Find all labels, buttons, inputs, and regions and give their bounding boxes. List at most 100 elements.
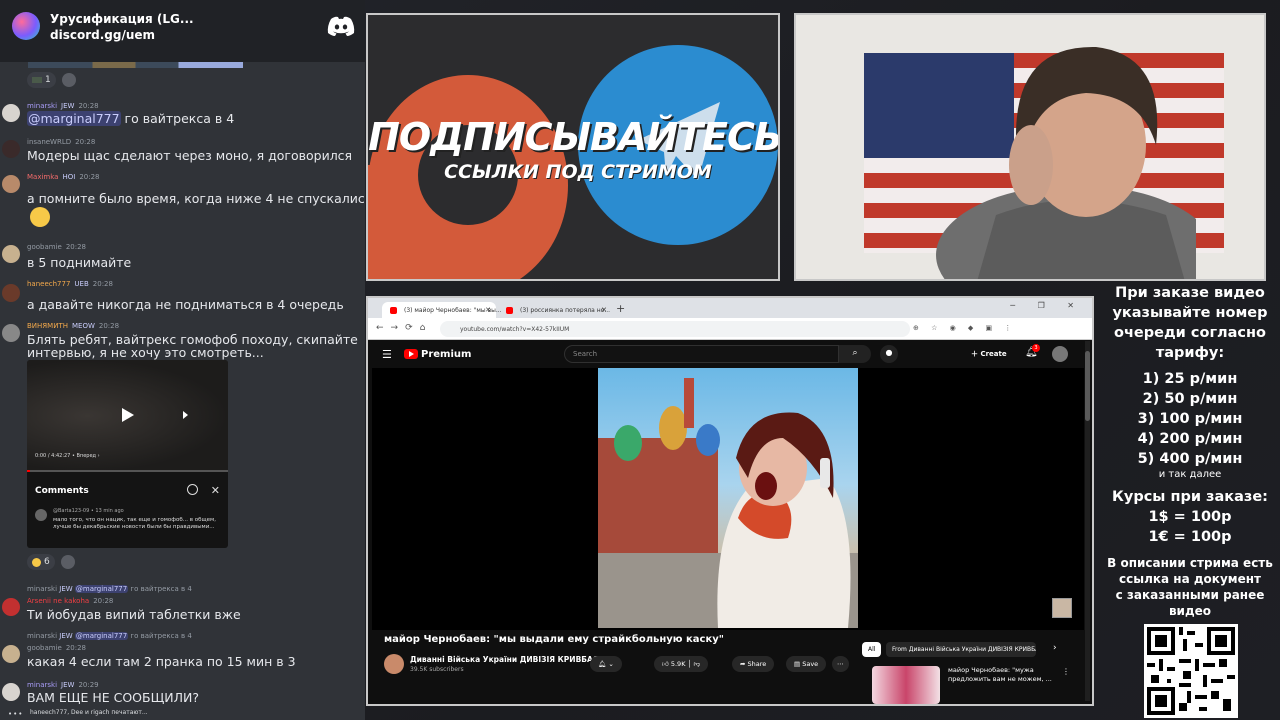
recommended-thumbnail[interactable] [872, 666, 940, 704]
recommended-title[interactable]: майор Чернобаев: "мужа предложить вам не… [948, 666, 1060, 684]
avatar[interactable] [2, 140, 20, 158]
promo-subtitle: ССЫЛКИ ПОД СТРИМОМ [444, 161, 712, 183]
avatar[interactable] [2, 683, 20, 701]
reaction-chip[interactable]: 6 [27, 554, 55, 570]
more-vert-icon[interactable]: ⋮ [1062, 667, 1070, 676]
mic-icon[interactable]: ● [880, 345, 898, 363]
avatar[interactable] [2, 284, 20, 302]
play-icon[interactable] [122, 408, 134, 422]
save-button[interactable]: ▤ Save [786, 656, 827, 672]
message-body: го вайтрекса в 4 [120, 111, 235, 126]
order-info: При заказе видео указывайте номер очеред… [1100, 283, 1280, 619]
avatar[interactable] [2, 104, 20, 122]
reaction-chip[interactable]: 1 [27, 72, 56, 88]
channel-avatar[interactable] [384, 654, 404, 674]
server-invite[interactable]: discord.gg/uem [50, 28, 155, 42]
media-attachment-preview[interactable] [28, 62, 243, 68]
info-icon[interactable] [187, 484, 198, 495]
menu-icon[interactable]: ☰ [382, 348, 392, 361]
discord-header: Урусификация (LG... discord.gg/uem [0, 0, 365, 62]
stream-overlay: Урусификация (LG... discord.gg/uem 1 min… [0, 0, 1280, 720]
role-tag: JEW [61, 681, 75, 689]
avatar[interactable] [2, 645, 20, 663]
username[interactable]: minarski [27, 681, 57, 689]
emoji-icon [30, 207, 50, 227]
username[interactable]: Arsenii ne kakoha [27, 597, 89, 605]
server-icon[interactable] [12, 12, 40, 40]
search-input[interactable]: Search [564, 345, 839, 363]
username[interactable]: ВИНЯМИТН [27, 322, 68, 330]
search-icon[interactable]: ⌕ [839, 345, 871, 363]
reply-preview[interactable]: minarski JEW @marginal777 го вайтрекса в… [27, 585, 192, 593]
tab-strip: (3) майор Чернобаев: "мы вы... ✕ (3) росс… [368, 298, 1092, 318]
avatar [35, 509, 47, 521]
add-reaction-icon[interactable] [61, 73, 76, 87]
browser-tab[interactable]: (3) россиянка потеряла но... ✕ [498, 302, 612, 318]
username[interactable]: Maximka [27, 173, 58, 181]
username[interactable]: haneech777 [27, 280, 70, 288]
browser-toolbar: ←→⟳⌂ youtube.com/watch?v=X42-57kIIUM ⊕ ☆… [368, 318, 1092, 340]
scrollbar[interactable] [1085, 341, 1090, 701]
message-text: Модеры щас сделают через моно, я договор… [27, 148, 353, 163]
embed-progress[interactable] [27, 470, 228, 472]
message-meta: minarski JEW 20:29 [27, 681, 99, 689]
mention[interactable]: @marginal777 [27, 111, 121, 126]
more-icon[interactable]: ⋯ [832, 656, 849, 672]
timestamp: 20:28 [79, 173, 100, 181]
avatar[interactable] [2, 245, 20, 263]
chip-all[interactable]: All [862, 642, 882, 657]
username[interactable]: goobamie [27, 644, 62, 652]
browser-tab[interactable]: (3) майор Чернобаев: "мы вы... ✕ [382, 302, 502, 318]
miniplayer-thumb[interactable] [1052, 598, 1072, 618]
channel-name[interactable]: Диванні Війська України ДИВІЗІЯ КРИВБАС [410, 655, 598, 664]
message-text: ВАМ ЕЩЕ НЕ СООБЩИЛИ? [27, 690, 199, 705]
comment-text: мало того, что он нацик, так еще и гомоф… [53, 517, 216, 530]
avatar[interactable] [2, 175, 20, 193]
create-button[interactable]: ＋ Create [971, 349, 1007, 359]
timestamp: 20:28 [98, 322, 120, 330]
qr-code-icon [1147, 627, 1235, 715]
username[interactable]: goobamie [27, 243, 62, 251]
like-button[interactable]: 👍︎ 5.9K │ 👎︎ [654, 656, 709, 672]
avatar[interactable] [1052, 346, 1068, 362]
add-reaction-icon[interactable] [60, 555, 75, 569]
extension-icons[interactable]: ⊕ ☆ ◉ ◆ ▣ ⋮ [913, 324, 1016, 332]
window-controls[interactable]: ─ ❐ ✕ [1010, 301, 1084, 310]
next-icon[interactable] [183, 411, 188, 419]
address-bar[interactable]: youtube.com/watch?v=X42-57kIIUM [440, 321, 910, 337]
timestamp: 20:28 [92, 280, 113, 288]
message-text: а помните было время, когда ниже 4 не сп… [27, 191, 365, 206]
chevron-right-icon[interactable]: › [1053, 643, 1057, 653]
embed-time: 0:00 / 4:42:27 • Вперед › [35, 453, 100, 459]
youtube-logo-icon[interactable] [404, 349, 418, 359]
chip-from-channel[interactable]: From Диванні Війська України ДИВІЗІЯ КРИ… [886, 642, 1036, 657]
close-icon[interactable]: ✕ [485, 306, 491, 314]
video-player[interactable] [372, 368, 1084, 630]
subscriber-count: 39.5K subscribers [410, 666, 464, 673]
close-icon[interactable]: ✕ [601, 306, 607, 314]
username[interactable]: insaneWRLD [27, 138, 71, 146]
share-button[interactable]: ➦ Share [732, 656, 775, 672]
video-embed[interactable]: 0:00 / 4:42:27 • Вперед › Comments ✕ @Ba… [27, 360, 228, 548]
info-line: тарифу: [1155, 345, 1225, 361]
new-tab-icon[interactable]: + [616, 302, 625, 315]
reaction-row: 1 [27, 72, 76, 88]
qr-code[interactable] [1144, 624, 1238, 718]
avatar[interactable] [2, 598, 20, 616]
message-meta: goobamie 20:28 [27, 243, 86, 251]
role-tag: UEB [74, 280, 89, 288]
info-line: При заказе видео [1115, 285, 1265, 301]
username[interactable]: minarski [27, 102, 57, 110]
nav-buttons[interactable]: ←→⟳⌂ [376, 323, 432, 333]
rate-item: 1$ = 100р [1148, 509, 1232, 525]
close-icon[interactable]: ✕ [211, 484, 220, 497]
youtube-favicon-icon [390, 307, 397, 314]
youtube-brand[interactable]: Premium [421, 349, 471, 360]
description-line: видео [1168, 604, 1212, 618]
reply-preview[interactable]: minarski JEW @marginal777 го вайтрекса в… [27, 632, 192, 640]
message-text: интервью, я не хочу это смотреть... [27, 345, 264, 360]
avatar[interactable] [2, 324, 20, 342]
tariff-item: 5) 400 р/мин [1137, 451, 1243, 467]
patreon-logo-stem [368, 165, 418, 279]
subscribe-bell-button[interactable]: 🔔︎ ⌄ [590, 656, 622, 672]
